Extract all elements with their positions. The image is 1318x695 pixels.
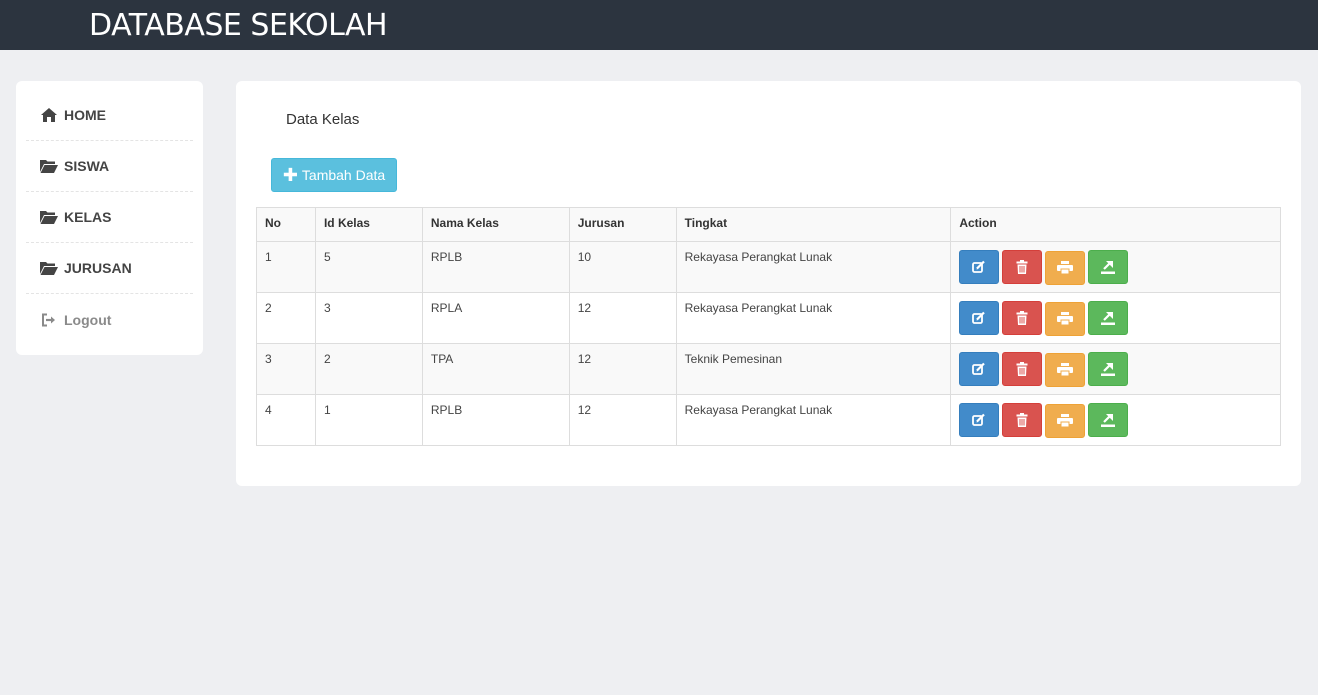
sidebar-item-label: KELAS (64, 209, 112, 225)
sidebar-item-label: SISWA (64, 158, 110, 174)
cell-jurusan: 12 (568, 343, 677, 395)
export-icon (1101, 311, 1116, 325)
delete-button[interactable] (1002, 403, 1043, 437)
folder-open-icon (40, 158, 58, 174)
edit-button[interactable] (959, 301, 1000, 335)
table-header-row: No Id Kelas Nama Kelas Jurusan Tingkat A… (256, 207, 1281, 242)
sidebar-item-label: Logout (64, 311, 112, 328)
folder-open-icon (40, 260, 58, 276)
export-button[interactable] (1088, 403, 1129, 437)
print-button[interactable] (1045, 403, 1086, 438)
cell-no: 2 (256, 292, 316, 344)
export-icon (1101, 260, 1116, 274)
cell-no: 1 (256, 241, 316, 293)
column-header-id-kelas: Id Kelas (314, 207, 423, 242)
trash-icon (1016, 362, 1028, 376)
sidebar-item-kelas[interactable]: KELAS (26, 192, 193, 243)
cell-nama-kelas: RPLA (421, 292, 570, 344)
cell-tingkat: Rekayasa Perangkat Lunak (675, 241, 952, 293)
home-icon (40, 107, 58, 123)
delete-button[interactable] (1002, 250, 1043, 284)
edit-button[interactable] (959, 403, 1000, 437)
sidebar-item-siswa[interactable]: SISWA (26, 141, 193, 192)
top-navbar: DATABASE SEKOLAH (0, 0, 1318, 50)
export-button[interactable] (1088, 301, 1129, 335)
print-icon (1057, 312, 1074, 325)
sidebar-item-label: HOME (64, 107, 106, 123)
folder-open-icon (40, 209, 58, 225)
app-title[interactable]: DATABASE SEKOLAH (89, 9, 388, 43)
add-data-button[interactable]: ✚ Tambah Data (271, 158, 397, 192)
cell-tingkat: Rekayasa Perangkat Lunak (675, 292, 952, 344)
export-icon (1101, 362, 1116, 376)
logout-icon (40, 312, 58, 328)
print-button[interactable] (1045, 352, 1086, 387)
sidebar-item-home[interactable]: HOME (26, 90, 193, 141)
cell-jurusan: 12 (568, 394, 677, 446)
column-header-nama-kelas: Nama Kelas (421, 207, 570, 242)
export-icon (1101, 413, 1116, 427)
cell-actions (950, 292, 1281, 344)
cell-nama-kelas: RPLB (421, 394, 570, 446)
table-row: 2 3 RPLA 12 Rekayasa Perangkat Lunak (256, 292, 1281, 344)
sidebar-item-label: JURUSAN (64, 260, 132, 276)
cell-id-kelas: 2 (314, 343, 423, 395)
edit-icon (972, 260, 986, 274)
cell-id-kelas: 5 (314, 241, 423, 293)
sidebar-item-logout[interactable]: Logout (26, 294, 193, 345)
print-button[interactable] (1045, 301, 1086, 336)
cell-actions (950, 241, 1281, 293)
cell-actions (950, 343, 1281, 395)
plus-icon: ✚ (282, 165, 298, 185)
print-icon (1057, 261, 1074, 274)
trash-icon (1016, 311, 1028, 325)
cell-nama-kelas: RPLB (421, 241, 570, 293)
sidebar-item-jurusan[interactable]: JURUSAN (26, 243, 193, 294)
table-row: 3 2 TPA 12 Teknik Pemesinan (256, 343, 1281, 395)
add-data-label: Tambah Data (301, 167, 386, 183)
edit-button[interactable] (959, 250, 1000, 284)
delete-button[interactable] (1002, 352, 1043, 386)
cell-tingkat: Rekayasa Perangkat Lunak (675, 394, 952, 446)
cell-no: 3 (256, 343, 316, 395)
cell-actions (950, 394, 1281, 446)
print-icon (1057, 363, 1074, 376)
table-row: 1 5 RPLB 10 Rekayasa Perangkat Lunak (256, 241, 1281, 293)
delete-button[interactable] (1002, 301, 1043, 335)
export-button[interactable] (1088, 250, 1129, 284)
edit-icon (972, 413, 986, 427)
cell-id-kelas: 1 (314, 394, 423, 446)
cell-jurusan: 12 (568, 292, 677, 344)
kelas-table: No Id Kelas Nama Kelas Jurusan Tingkat A… (256, 207, 1281, 446)
trash-icon (1016, 413, 1028, 427)
export-button[interactable] (1088, 352, 1129, 386)
column-header-tingkat: Tingkat (675, 207, 952, 242)
sidebar: HOME SISWA KELAS JURUSAN Logout (16, 81, 203, 355)
print-button[interactable] (1045, 250, 1086, 285)
table-row: 4 1 RPLB 12 Rekayasa Perangkat Lunak (256, 394, 1281, 446)
edit-icon (972, 362, 986, 376)
cell-tingkat: Teknik Pemesinan (675, 343, 952, 395)
print-icon (1057, 414, 1074, 427)
trash-icon (1016, 260, 1028, 274)
cell-id-kelas: 3 (314, 292, 423, 344)
cell-nama-kelas: TPA (421, 343, 570, 395)
main-panel: Data Kelas ✚ Tambah Data No Id Kelas Nam… (236, 81, 1301, 486)
column-header-no: No (256, 207, 316, 242)
edit-button[interactable] (959, 352, 1000, 386)
cell-jurusan: 10 (568, 241, 677, 293)
page-title: Data Kelas (286, 111, 360, 128)
column-header-action: Action (950, 207, 1281, 242)
cell-no: 4 (256, 394, 316, 446)
edit-icon (972, 311, 986, 325)
column-header-jurusan: Jurusan (568, 207, 677, 242)
